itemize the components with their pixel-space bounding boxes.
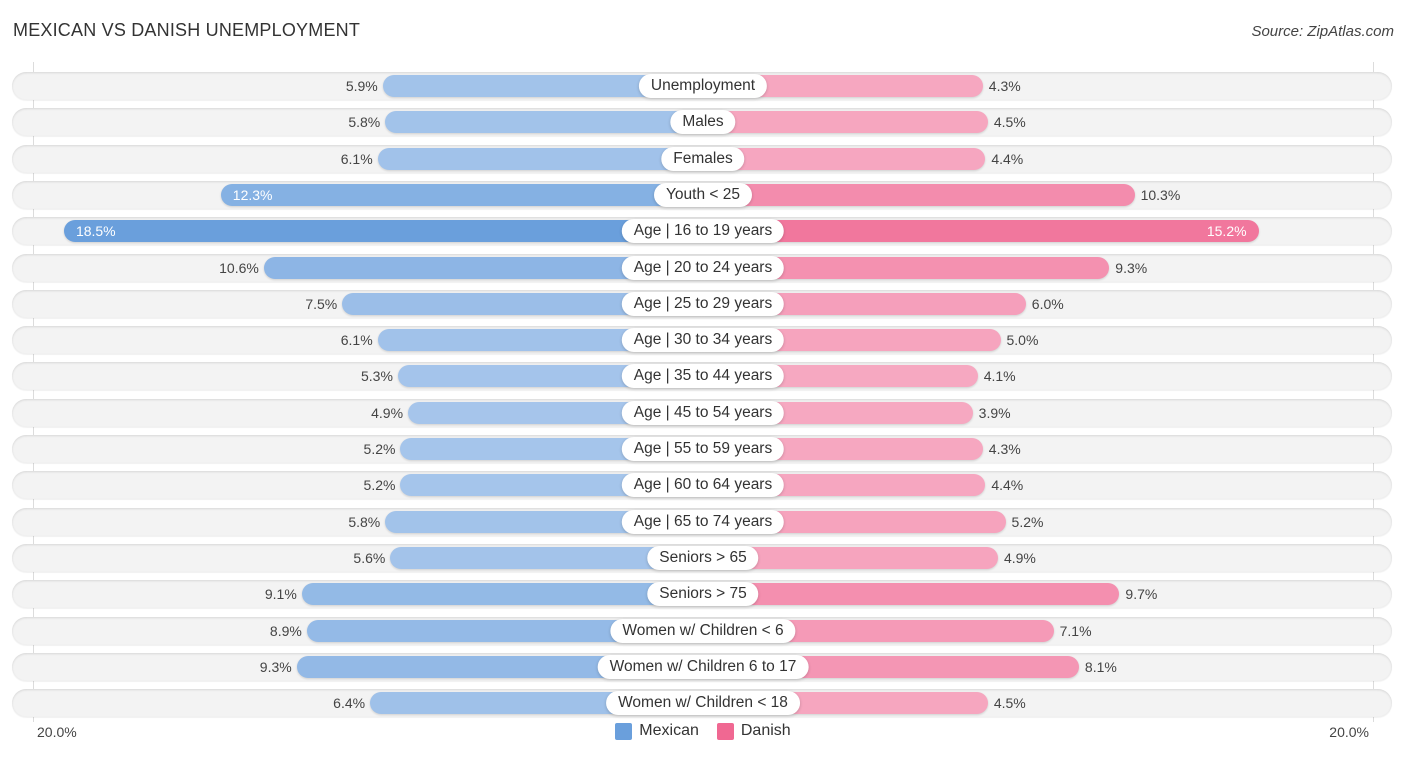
- value-label-danish: 4.5%: [993, 114, 1026, 130]
- value-label-mexican: 5.9%: [345, 78, 378, 94]
- value-label-danish: 5.2%: [1011, 514, 1044, 530]
- category-label: Youth < 25: [654, 183, 752, 207]
- category-label: Males: [670, 110, 736, 134]
- value-label-mexican: 10.6%: [219, 260, 259, 276]
- value-label-mexican: 12.3%: [232, 187, 273, 203]
- legend-item-danish[interactable]: Danish: [716, 722, 791, 740]
- category-label: Age | 60 to 64 years: [621, 473, 785, 497]
- legend: Mexican Danish: [0, 722, 1406, 740]
- value-label-danish: 15.2%: [1206, 223, 1247, 239]
- category-label: Age | 35 to 44 years: [621, 364, 785, 388]
- category-label: Age | 16 to 19 years: [621, 219, 785, 243]
- bar-danish[interactable]: [703, 111, 988, 133]
- category-label: Women w/ Children < 6: [610, 619, 796, 643]
- value-label-danish: 6.0%: [1031, 296, 1064, 312]
- value-label-danish: 9.3%: [1115, 260, 1148, 276]
- category-label: Age | 65 to 74 years: [621, 510, 785, 534]
- value-label-mexican: 6.1%: [340, 151, 373, 167]
- legend-label-mexican: Mexican: [639, 722, 699, 739]
- value-label-danish: 5.0%: [1006, 332, 1039, 348]
- bar-danish[interactable]: [703, 148, 986, 170]
- value-label-mexican: 6.4%: [333, 695, 366, 711]
- value-label-mexican: 8.9%: [269, 623, 302, 639]
- value-label-danish: 9.7%: [1125, 586, 1158, 602]
- bar-danish[interactable]: [703, 184, 1135, 206]
- value-label-danish: 7.1%: [1059, 623, 1092, 639]
- bar-mexican[interactable]: [301, 583, 703, 605]
- legend-label-danish: Danish: [740, 722, 791, 739]
- value-label-mexican: 9.1%: [264, 586, 297, 602]
- category-label: Age | 45 to 54 years: [621, 401, 785, 425]
- value-label-mexican: 5.2%: [363, 441, 396, 457]
- bar-danish[interactable]: [703, 220, 1259, 242]
- value-label-danish: 4.4%: [991, 151, 1024, 167]
- category-label: Seniors > 75: [647, 582, 759, 606]
- bar-mexican[interactable]: [220, 184, 703, 206]
- legend-swatch-danish: [716, 722, 734, 740]
- value-label-mexican: 5.3%: [361, 368, 393, 384]
- category-label: Age | 55 to 59 years: [621, 437, 785, 461]
- value-label-danish: 4.5%: [993, 695, 1026, 711]
- category-label: Females: [661, 147, 745, 171]
- value-label-danish: 4.1%: [983, 368, 1016, 384]
- value-label-mexican: 5.2%: [363, 477, 396, 493]
- value-label-danish: 4.9%: [1003, 550, 1036, 566]
- category-label: Age | 25 to 29 years: [621, 292, 785, 316]
- value-label-mexican: 6.1%: [340, 332, 373, 348]
- value-label-mexican: 5.6%: [353, 550, 386, 566]
- value-label-mexican: 5.8%: [348, 514, 381, 530]
- legend-item-mexican[interactable]: Mexican: [615, 722, 699, 740]
- category-label: Age | 20 to 24 years: [621, 256, 785, 280]
- value-label-mexican: 4.9%: [371, 405, 404, 421]
- diverging-bar-chart: 5.9% 4.3% Unemployment 5.8% 4.5% Males 6.1% 4.4…: [0, 0, 1406, 757]
- bar-mexican[interactable]: [385, 111, 703, 133]
- category-label: Women w/ Children < 18: [606, 691, 800, 715]
- value-label-danish: 4.4%: [991, 477, 1024, 493]
- bar-danish[interactable]: [703, 583, 1120, 605]
- category-label: Unemployment: [638, 74, 768, 98]
- category-label: Age | 30 to 34 years: [621, 328, 785, 352]
- value-label-mexican: 5.8%: [348, 114, 381, 130]
- value-label-mexican: 9.3%: [259, 659, 292, 675]
- value-label-danish: 3.9%: [978, 405, 1011, 421]
- value-label-danish: 10.3%: [1140, 187, 1181, 203]
- bar-mexican[interactable]: [377, 148, 703, 170]
- legend-swatch-mexican: [615, 722, 633, 740]
- value-label-mexican: 7.5%: [305, 296, 338, 312]
- category-label: Women w/ Children 6 to 17: [597, 655, 809, 679]
- value-label-danish: 8.1%: [1084, 659, 1117, 675]
- value-label-danish: 4.3%: [988, 441, 1021, 457]
- value-label-danish: 4.3%: [988, 78, 1021, 94]
- bar-mexican[interactable]: [63, 220, 703, 242]
- value-label-mexican: 18.5%: [75, 223, 116, 239]
- category-label: Seniors > 65: [647, 546, 759, 570]
